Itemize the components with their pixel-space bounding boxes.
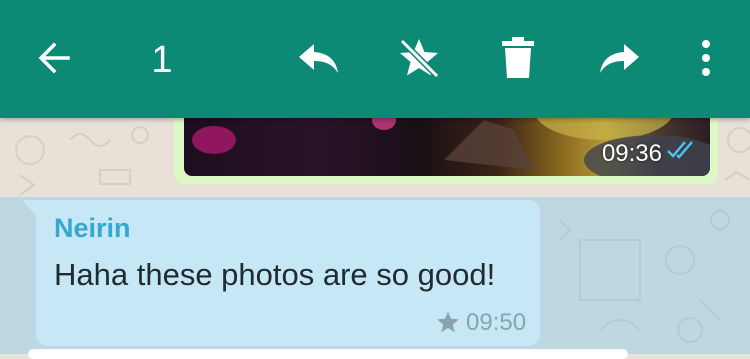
read-receipt-icon — [666, 140, 696, 165]
reply-icon[interactable] — [294, 34, 342, 82]
sender-name[interactable]: Neirin — [54, 213, 131, 244]
message-text: Haha these photos are so good! — [54, 257, 496, 292]
next-message-bubble[interactable] — [28, 349, 628, 359]
unstar-icon[interactable] — [395, 34, 443, 82]
back-arrow-icon[interactable] — [30, 34, 78, 82]
star-icon — [436, 310, 460, 339]
more-options-icon[interactable] — [682, 34, 730, 82]
message-time: 09:50 — [466, 309, 527, 336]
delete-icon[interactable] — [494, 34, 542, 82]
message-time: 09:36 — [601, 140, 662, 167]
selected-count: 1 — [151, 39, 173, 81]
selection-action-bar: 1 — [0, 0, 750, 118]
forward-icon[interactable] — [596, 34, 644, 82]
